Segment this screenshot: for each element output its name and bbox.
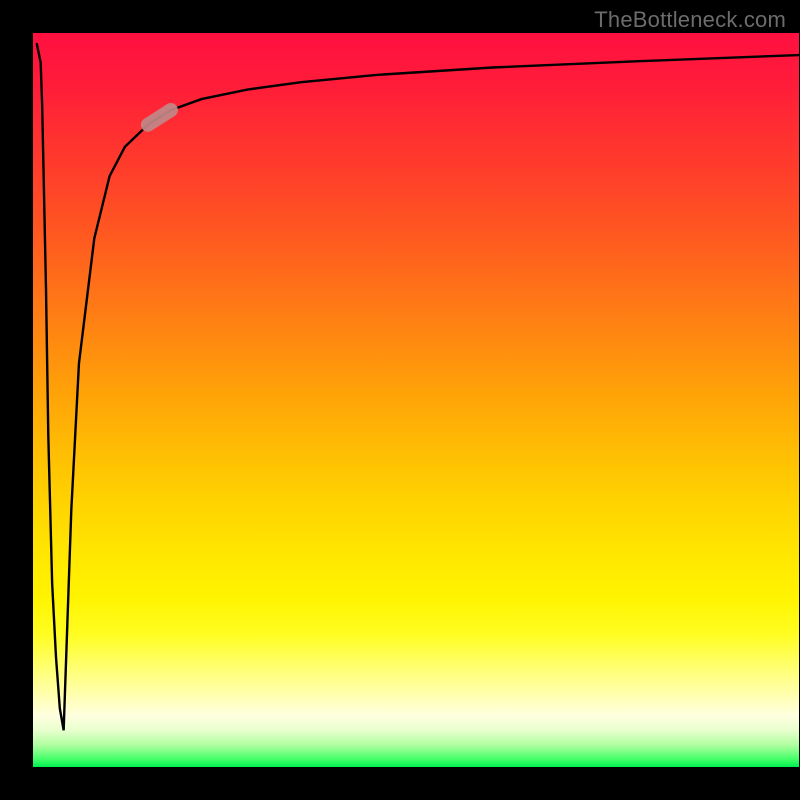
- watermark-text: TheBottleneck.com: [594, 7, 786, 33]
- chart-frame: TheBottleneck.com: [0, 0, 800, 800]
- plot-gradient-area: [33, 33, 799, 767]
